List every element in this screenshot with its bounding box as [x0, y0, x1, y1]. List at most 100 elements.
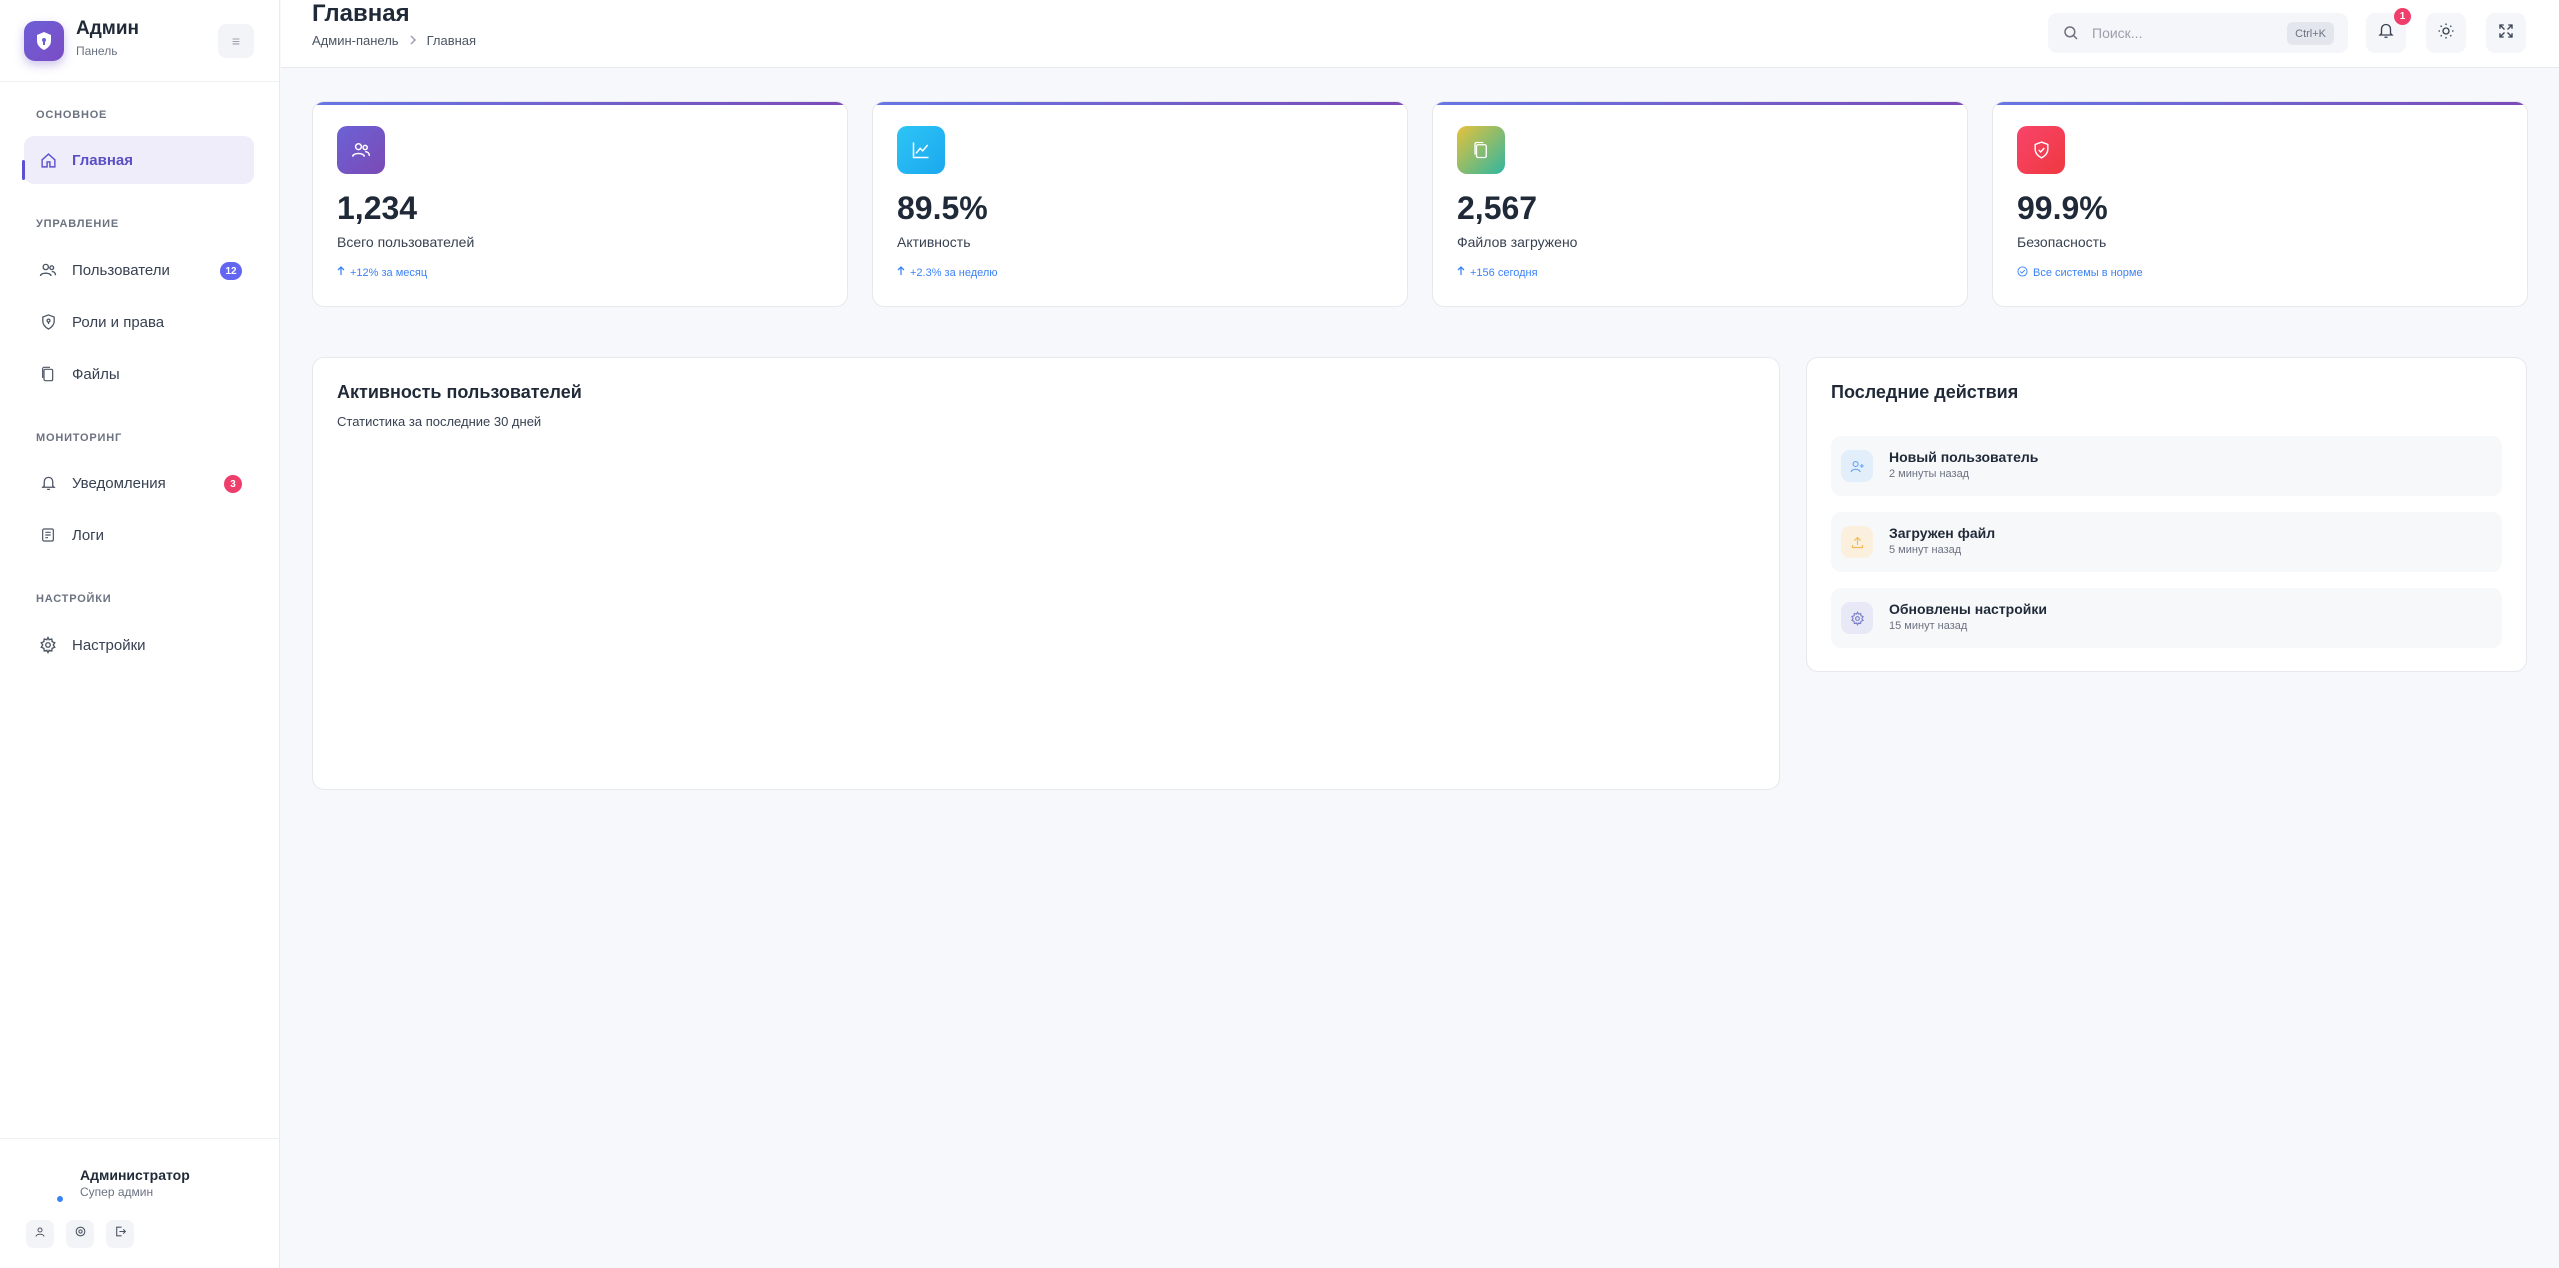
activity-time: 5 минут назад: [1889, 544, 1962, 556]
theme-toggle-button[interactable]: [2426, 13, 2466, 53]
sidebar-item-roles[interactable]: Роли и права: [24, 298, 254, 346]
panel-title: Активность пользователей: [337, 382, 582, 402]
stat-trend-text: Все системы в норме: [2033, 267, 2143, 279]
sidebar-item-notifications[interactable]: Уведомления 3: [24, 459, 254, 507]
brand-subtitle: Панель: [76, 44, 118, 58]
activity-time: 2 минуты назад: [1889, 468, 1970, 480]
sidebar-item-label: Настройки: [72, 636, 146, 654]
activity-title: Обновлены настройки: [1889, 601, 2047, 617]
sun-icon: [2437, 22, 2455, 45]
logout-button[interactable]: [106, 1220, 134, 1248]
profile-button[interactable]: [26, 1220, 54, 1248]
sidebar: Админ Панель ≡ ОСНОВНОЕ Главная УПРАВЛЕН…: [0, 0, 280, 1268]
nav-section-main: ОСНОВНОЕ: [36, 109, 108, 121]
notifications-count-badge: 3: [224, 475, 242, 493]
stat-label: Безопасность: [2017, 234, 2107, 250]
stat-card-users: 1,234 Всего пользователей +12% за месяц: [312, 101, 848, 307]
sidebar-item-settings[interactable]: Настройки: [24, 621, 254, 669]
breadcrumb-current: Главная: [426, 33, 477, 48]
arrow-up-icon: [337, 266, 345, 279]
brand-title: Админ: [76, 18, 139, 39]
search-input[interactable]: Поиск... Ctrl+K: [2048, 13, 2348, 53]
sidebar-item-label: Роли и права: [72, 313, 165, 331]
fullscreen-icon: [2497, 22, 2515, 45]
nav-section-monitoring: МОНИТОРИНГ: [36, 432, 122, 444]
activity-title: Новый пользователь: [1889, 449, 2039, 465]
stat-trend: Все системы в норме: [2017, 266, 2143, 280]
activity-item[interactable]: Обновлены настройки 15 минут назад: [1831, 588, 2502, 648]
user-name: Администратор: [80, 1167, 190, 1183]
stat-trend-text: +156 сегодня: [1470, 266, 1538, 279]
gear-icon: [38, 635, 58, 655]
stat-trend: +12% за месяц: [337, 266, 427, 279]
breadcrumb: Админ-панель Главная: [312, 33, 476, 48]
arrow-up-icon: [897, 266, 905, 279]
bell-icon: [2377, 21, 2395, 45]
stat-label: Файлов загружено: [1457, 234, 1578, 250]
upload-icon: [1841, 526, 1873, 558]
stat-trend-text: +12% за месяц: [350, 266, 428, 279]
panel-subtitle: Статистика за последние 30 дней: [337, 414, 542, 429]
breadcrumb-link-admin[interactable]: Админ-панель: [312, 33, 399, 48]
shield-check-icon: [2017, 126, 2065, 174]
stat-value: 89.5%: [897, 190, 988, 226]
chevron-right-icon: [409, 33, 417, 48]
search-shortcut: Ctrl+K: [2287, 22, 2334, 45]
user-icon: [34, 1225, 46, 1243]
log-icon: [38, 525, 58, 545]
shield-icon: [38, 312, 58, 332]
stat-card-security: 99.9% Безопасность Все системы в норме: [1992, 101, 2528, 307]
search-placeholder: Поиск...: [2092, 25, 2143, 41]
activity-item[interactable]: Загружен файл 5 минут назад: [1831, 512, 2502, 572]
sidebar-item-label: Главная: [72, 151, 134, 169]
nav-section-management: УПРАВЛЕНИЕ: [36, 218, 119, 230]
stat-value: 2,567: [1457, 190, 1538, 226]
top-header: Главная Админ-панель Главная Поиск... Ct…: [281, 0, 2559, 68]
online-status-dot: [56, 1195, 64, 1203]
brand: Админ Панель ≡: [0, 0, 279, 82]
stat-trend: +156 сегодня: [1457, 266, 1538, 279]
notifications-badge: 1: [2394, 8, 2411, 25]
sidebar-item-logs[interactable]: Логи: [24, 511, 254, 559]
check-circle-icon: [2017, 266, 2028, 280]
page-title: Главная: [312, 0, 410, 27]
sidebar-item-label: Логи: [72, 526, 105, 544]
arrow-up-icon: [1457, 266, 1465, 279]
activity-title: Загружен файл: [1889, 525, 1996, 541]
activity-item[interactable]: Новый пользователь 2 минуты назад: [1831, 436, 2502, 496]
shield-icon: [24, 21, 64, 61]
fullscreen-button[interactable]: [2486, 13, 2526, 53]
recent-actions-panel: Последние действия Новый пользователь 2 …: [1806, 357, 2527, 672]
sidebar-item-files[interactable]: Файлы: [24, 350, 254, 398]
sidebar-item-home[interactable]: Главная: [22, 136, 254, 184]
stat-label: Активность: [897, 234, 971, 250]
user-activity-panel: Активность пользователей Статистика за п…: [312, 357, 1780, 790]
gear-icon: [74, 1225, 87, 1243]
stat-label: Всего пользователей: [337, 234, 475, 250]
sidebar-toggle-button[interactable]: ≡: [218, 24, 254, 58]
sidebar-item-users[interactable]: Пользователи 12: [24, 246, 254, 294]
chart-icon: [897, 126, 945, 174]
stat-trend-text: +2.3% за неделю: [910, 266, 998, 279]
sidebar-item-label: Уведомления: [72, 474, 166, 492]
user-profile[interactable]: Администратор Супер админ: [0, 1138, 280, 1268]
stat-value: 99.9%: [2017, 190, 2108, 226]
notifications-button[interactable]: 1: [2366, 8, 2411, 53]
user-settings-button[interactable]: [66, 1220, 94, 1248]
sidebar-item-label: Пользователи: [72, 261, 170, 279]
user-plus-icon: [1841, 450, 1873, 482]
menu-icon: ≡: [231, 33, 241, 49]
gear-icon: [1841, 602, 1873, 634]
users-icon: [337, 126, 385, 174]
files-icon: [38, 364, 58, 384]
activity-time: 15 минут назад: [1889, 620, 1968, 632]
sidebar-item-label: Файлы: [72, 365, 120, 383]
stat-value: 1,234: [337, 190, 418, 226]
stat-card-files: 2,567 Файлов загружено +156 сегодня: [1432, 101, 1968, 307]
search-icon: [2062, 24, 2080, 47]
panel-title: Последние действия: [1831, 382, 2019, 402]
bell-icon: [38, 473, 58, 493]
logout-icon: [114, 1225, 127, 1243]
home-icon: [38, 150, 58, 170]
nav-section-settings: НАСТРОЙКИ: [36, 593, 112, 605]
